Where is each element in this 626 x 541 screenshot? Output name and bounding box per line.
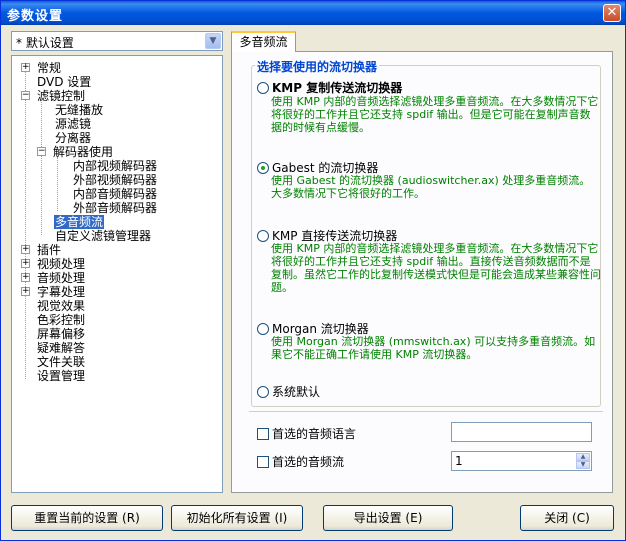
- tree-label: 内部视频解码器: [73, 159, 158, 173]
- tree-label: 视觉效果: [37, 299, 86, 313]
- tree-item-source-filter[interactable]: 源滤镜: [55, 117, 91, 131]
- tree-item-troubleshooting[interactable]: 疑难解答: [37, 341, 85, 355]
- window-title: 参数设置: [7, 9, 64, 24]
- divider: [249, 411, 603, 412]
- export-settings-button[interactable]: 导出设置 (E): [323, 505, 453, 531]
- checkbox-icon[interactable]: [257, 456, 269, 468]
- reset-current-settings-button[interactable]: 重置当前的设置 (R): [11, 505, 163, 531]
- option-label: 系统默认: [272, 385, 321, 399]
- tree-label: 字幕处理: [37, 285, 86, 299]
- tree-label: 色彩控制: [37, 313, 86, 327]
- profile-dropdown[interactable]: * 默认设置 ▼: [11, 31, 223, 51]
- tree-label: 文件关联: [37, 355, 86, 369]
- tree-item-file-association[interactable]: 文件关联: [37, 355, 85, 369]
- title-bar[interactable]: 参数设置 ✕: [1, 1, 625, 25]
- settings-tree[interactable]: + 常规 DVD 设置 − 滤镜控制 无缝播放 源滤镜 分离器 − 解码器使用 …: [11, 55, 223, 493]
- tree-item-external-audio-decoder[interactable]: 外部音频解码器: [73, 201, 157, 215]
- option-label: KMP 直接传送流切换器: [272, 229, 398, 243]
- option-description: 使用 Morgan 流切换器 (mmswitch.ax) 可以支持多重音频流。如…: [271, 335, 596, 361]
- tree-item-color-control[interactable]: 色彩控制: [37, 313, 85, 327]
- checkbox-pref-audio-stream[interactable]: 首选的音频流: [257, 453, 344, 470]
- radio-system-default[interactable]: 系统默认: [257, 383, 320, 400]
- checkbox-label: 首选的音频语言: [272, 427, 357, 441]
- tree-label: 疑难解答: [37, 341, 86, 355]
- option-description: 使用 KMP 内部的音频选择滤镜处理多重音频流。在大多数情况下它将很好的工作并且…: [271, 242, 601, 294]
- spinner-value: 1: [455, 454, 463, 468]
- tree-label: DVD 设置: [37, 75, 92, 89]
- group-title: 选择要使用的流切换器: [255, 58, 380, 75]
- tree-label: 插件: [37, 243, 62, 257]
- close-icon[interactable]: ✕: [603, 4, 621, 22]
- option-label: Morgan 流切换器: [272, 322, 369, 336]
- spinner-buttons: ▲ ▼: [576, 453, 590, 469]
- spin-up-icon[interactable]: ▲: [576, 453, 590, 461]
- option-label: KMP 复制传送流切换器: [272, 81, 403, 95]
- tree-item-seamless[interactable]: 无缝播放: [55, 103, 103, 117]
- radio-button-icon[interactable]: [257, 323, 269, 335]
- radio-button-icon[interactable]: [257, 162, 269, 174]
- tree-label: 内部音频解码器: [73, 187, 158, 201]
- tree-label: 无缝播放: [55, 103, 104, 117]
- tree-item-splitter[interactable]: 分离器: [55, 131, 91, 145]
- tree-label: 音频处理: [37, 271, 86, 285]
- tree-label: 解码器使用: [53, 145, 114, 159]
- tree-item-custom-filter-manager[interactable]: 自定义滤镜管理器: [55, 229, 151, 243]
- tree-label: 分离器: [55, 131, 92, 145]
- profile-selected: * 默认设置: [16, 36, 74, 50]
- expand-icon[interactable]: +: [21, 63, 30, 72]
- tree-label: 设置管理: [37, 369, 86, 383]
- tree-label: 滤镜控制: [37, 89, 86, 103]
- chevron-down-icon[interactable]: ▼: [205, 33, 221, 49]
- tree-label: 自定义滤镜管理器: [55, 229, 152, 243]
- tree-item-internal-video-decoder[interactable]: 内部视频解码器: [73, 159, 157, 173]
- expand-icon[interactable]: +: [21, 273, 30, 282]
- collapse-icon[interactable]: −: [37, 147, 46, 156]
- tree-guide: [41, 100, 42, 235]
- option-description: 使用 KMP 内部的音频选择滤镜处理多重音频流。在大多数情况下它将很好的工作并且…: [271, 95, 599, 134]
- tree-item-internal-audio-decoder[interactable]: 内部音频解码器: [73, 187, 157, 201]
- collapse-icon[interactable]: −: [21, 91, 30, 100]
- tree-guide: [25, 65, 26, 379]
- tree-label: 多音频流: [54, 215, 105, 229]
- tree-guide: [57, 157, 58, 211]
- preferences-window: 参数设置 ✕ * 默认设置 ▼ + 常规 DVD 设置 − 滤镜控制 无缝播放 …: [0, 0, 626, 541]
- tree-item-visual-effects[interactable]: 视觉效果: [37, 299, 85, 313]
- option-label: Gabest 的流切换器: [272, 161, 379, 175]
- checkbox-label: 首选的音频流: [272, 455, 345, 469]
- radio-kmp-copy[interactable]: KMP 复制传送流切换器: [257, 79, 402, 96]
- tab-multi-audio[interactable]: 多音频流: [231, 31, 296, 52]
- tree-label: 源滤镜: [55, 117, 92, 131]
- expand-icon[interactable]: +: [21, 245, 30, 254]
- tree-item-settings-management[interactable]: 设置管理: [37, 369, 85, 383]
- tree-item-multi-audio[interactable]: 多音频流: [54, 215, 105, 229]
- tree-label: 外部音频解码器: [73, 201, 158, 215]
- tree-item-screen-offset[interactable]: 屏幕偏移: [37, 327, 85, 341]
- checkbox-icon[interactable]: [257, 428, 269, 440]
- tree-label: 视频处理: [37, 257, 86, 271]
- initialize-all-settings-button[interactable]: 初始化所有设置 (I): [171, 505, 303, 531]
- checkbox-pref-audio-lang[interactable]: 首选的音频语言: [257, 425, 356, 442]
- tree-label: 常规: [37, 61, 62, 75]
- tree-label: 屏幕偏移: [37, 327, 86, 341]
- tree-item-dvd[interactable]: DVD 设置: [37, 75, 91, 89]
- radio-button-icon[interactable]: [257, 230, 269, 242]
- close-button[interactable]: 关闭 (C): [520, 505, 614, 531]
- pref-audio-lang-input[interactable]: [451, 422, 592, 442]
- radio-button-icon[interactable]: [257, 386, 269, 398]
- expand-icon[interactable]: +: [21, 287, 30, 296]
- tree-label: 外部视频解码器: [73, 173, 158, 187]
- spin-down-icon[interactable]: ▼: [576, 461, 590, 469]
- option-description: 使用 Gabest 的流切换器 (audioswitcher.ax) 处理多重音…: [271, 174, 591, 200]
- tree-item-external-video-decoder[interactable]: 外部视频解码器: [73, 173, 157, 187]
- pref-audio-stream-spinner[interactable]: 1 ▲ ▼: [451, 451, 592, 471]
- expand-icon[interactable]: +: [21, 259, 30, 268]
- radio-button-icon[interactable]: [257, 82, 269, 94]
